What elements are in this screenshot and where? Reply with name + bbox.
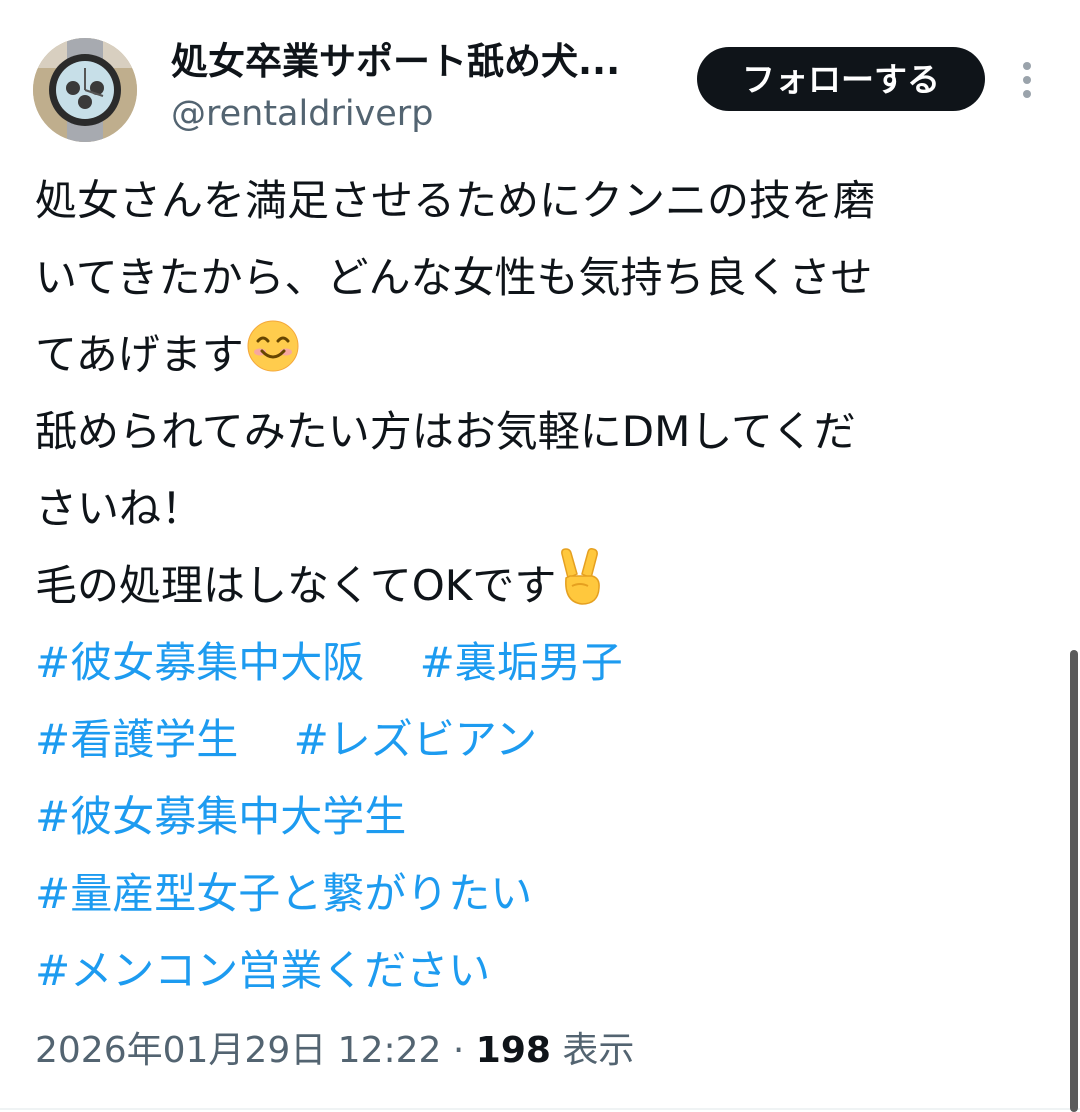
hashtag-link[interactable]: #メンコン営業ください: [35, 946, 490, 995]
tweet-line: てあげます: [35, 316, 1045, 393]
views-label: 表示: [562, 1030, 635, 1071]
divider: [0, 1108, 1080, 1110]
hashtag-link[interactable]: #量産型女子と繋がりたい: [35, 869, 532, 918]
hashtag-line: #メンコン営業ください: [35, 932, 1045, 1009]
views-count[interactable]: 198: [476, 1030, 551, 1071]
meta-separator: ·: [452, 1030, 465, 1071]
hashtag-line: #彼女募集中大学生: [35, 778, 1045, 855]
hashtag-line: #彼女募集中大阪 #裏垢男子: [35, 624, 1045, 701]
tweet-line: さいね！: [35, 484, 204, 533]
hashtag-line: #量産型女子と繋がりたい: [35, 855, 1045, 932]
watch-avatar-icon[interactable]: [33, 38, 137, 142]
hashtag-link[interactable]: #彼女募集中大学生: [35, 792, 406, 841]
tweet-meta: 2026年01月29日 12:22 · 198 表示: [35, 1026, 634, 1076]
tweet-line: 毛の処理はしなくてOKです: [35, 547, 1045, 624]
author-display-name[interactable]: 処女卒業サポート舐め犬...: [171, 38, 620, 86]
tweet-timestamp[interactable]: 2026年01月29日 12:22: [35, 1030, 441, 1071]
follow-button[interactable]: フォローする: [697, 47, 985, 111]
smiling-face-emoji: [246, 319, 300, 397]
tweet-line-text: 毛の処理はしなくてOKです: [35, 561, 557, 610]
tweet-line: 舐められてみたい方はお気軽にDMしてくだ: [35, 407, 856, 456]
tweet-page: 処女卒業サポート舐め犬... @rentaldriverp フォローする 処女さ…: [0, 0, 1080, 1112]
scrollbar[interactable]: [1070, 650, 1078, 1112]
victory-hand-emoji: [558, 547, 604, 630]
hashtag-link[interactable]: #彼女募集中大阪: [35, 638, 364, 687]
author-handle[interactable]: @rentaldriverp: [171, 92, 433, 136]
hashtag-link[interactable]: #レズビアン: [294, 715, 538, 764]
hashtag-link[interactable]: #看護学生: [35, 715, 238, 764]
tweet-line: いてきたから、どんな女性も気持ち良くさせ: [35, 253, 873, 302]
hashtag-link[interactable]: #裏垢男子: [420, 638, 623, 687]
tweet-line-text: てあげます: [35, 330, 244, 379]
hashtag-line: #看護学生 #レズビアン: [35, 701, 1045, 778]
tweet-line: 処女さんを満足させるためにクンニの技を磨: [35, 176, 876, 225]
tweet-text: 処女さんを満足させるためにクンニの技を磨 いてきたから、どんな女性も気持ち良くさ…: [35, 162, 1045, 1009]
more-vertical-icon[interactable]: [1013, 58, 1041, 102]
